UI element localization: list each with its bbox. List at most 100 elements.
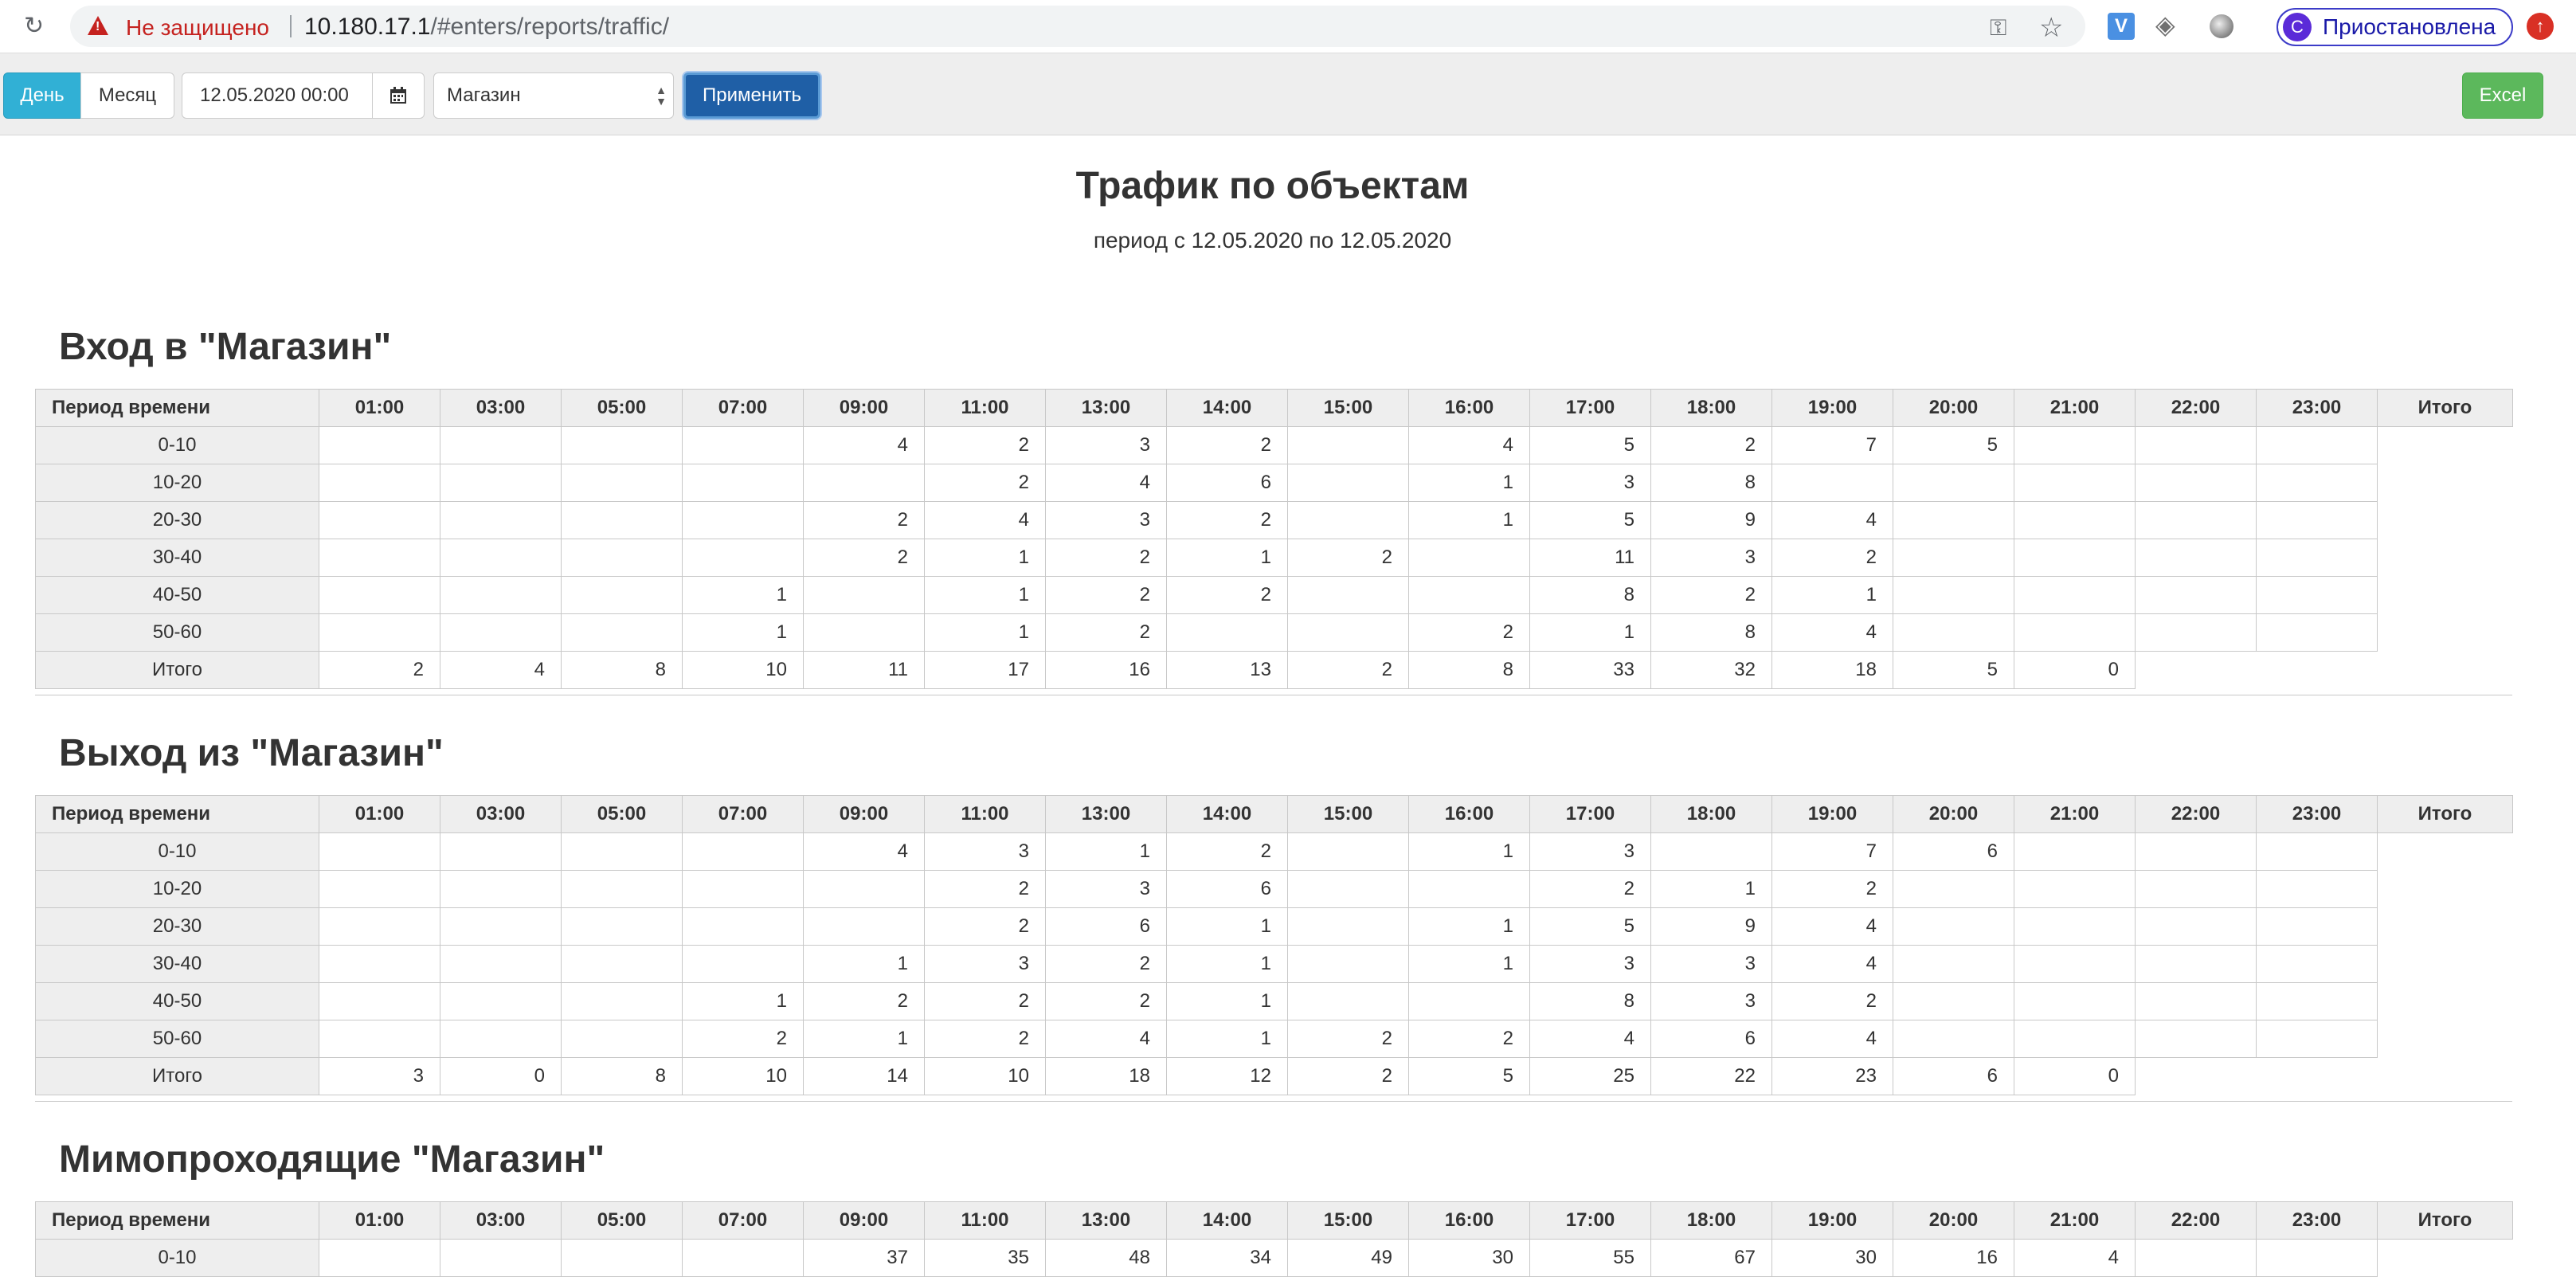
circle-extension-icon[interactable] bbox=[2210, 14, 2233, 38]
table-cell: 8 bbox=[1650, 613, 1772, 652]
total-cell: 6 bbox=[1893, 1057, 2014, 1095]
table-cell bbox=[440, 945, 562, 983]
column-header: 05:00 bbox=[561, 795, 683, 833]
table-total-row: Итого 2 4 8 10 11 17 16 13 2 8 33 32 18 5 0 bbox=[35, 651, 2513, 689]
table-cell bbox=[1287, 426, 1409, 464]
month-button[interactable]: Месяц bbox=[80, 72, 174, 119]
star-icon[interactable]: ☆ bbox=[2039, 12, 2063, 44]
profile-button[interactable]: С Приостановлена bbox=[2277, 8, 2514, 46]
table-cell: 5 bbox=[1893, 426, 2014, 464]
reload-icon[interactable]: ↻ bbox=[24, 14, 49, 39]
apply-button[interactable]: Применить bbox=[683, 72, 820, 119]
traffic-table-exit: Период времени 01:00 03:00 05:00 07:00 09:00 1… bbox=[35, 795, 2513, 1095]
total-cell: 16 bbox=[1045, 651, 1167, 689]
table-row: 30-40 1 3 2 1 1 3 3 4 bbox=[35, 945, 2513, 983]
table-cell bbox=[2135, 501, 2257, 539]
table-cell bbox=[561, 907, 683, 946]
total-cell: 12 bbox=[1166, 1057, 1288, 1095]
table-cell: 4 bbox=[803, 426, 925, 464]
column-header: 23:00 bbox=[2256, 1201, 2378, 1240]
table-cell: 4 bbox=[1045, 464, 1167, 502]
table-cell bbox=[440, 464, 562, 502]
table-cell: 2 bbox=[924, 464, 1046, 502]
table-cell bbox=[319, 613, 440, 652]
table-cell bbox=[1893, 907, 2014, 946]
url-path: /#enters/reports/traffic/ bbox=[430, 14, 670, 40]
table-cell bbox=[1287, 501, 1409, 539]
table-cell bbox=[682, 426, 804, 464]
column-header: 22:00 bbox=[2135, 389, 2257, 427]
table-cell: 2 bbox=[924, 870, 1046, 908]
table-cell bbox=[1287, 576, 1409, 614]
row-label: 10-20 bbox=[35, 870, 319, 908]
table-cell: 1 bbox=[924, 539, 1046, 577]
table-cell: 3 bbox=[1529, 945, 1651, 983]
calendar-icon bbox=[390, 87, 406, 104]
table-cell: 6 bbox=[1166, 870, 1288, 908]
column-header: 16:00 bbox=[1408, 795, 1530, 833]
table-cell: 2 bbox=[803, 501, 925, 539]
table-cell: 1 bbox=[682, 613, 804, 652]
table-cell bbox=[1893, 870, 2014, 908]
table-cell: 2 bbox=[1045, 613, 1167, 652]
table-cell bbox=[319, 832, 440, 871]
table-cell: 2 bbox=[924, 982, 1046, 1020]
date-input[interactable]: 12.05.2020 00:00 bbox=[182, 72, 373, 119]
table-cell bbox=[682, 464, 804, 502]
total-cell: 17 bbox=[924, 651, 1046, 689]
row-label: 20-30 bbox=[35, 907, 319, 946]
column-header: 09:00 bbox=[803, 389, 925, 427]
table-cell: 1 bbox=[1529, 613, 1651, 652]
table-cell bbox=[2256, 501, 2378, 539]
table-cell: 4 bbox=[1771, 945, 1893, 983]
table-cell: 5 bbox=[1529, 907, 1651, 946]
profile-status: Приостановлена bbox=[2323, 14, 2496, 39]
total-cell: 2 bbox=[1287, 651, 1409, 689]
column-header: 21:00 bbox=[2014, 1201, 2136, 1240]
day-button[interactable]: День bbox=[3, 72, 81, 119]
calendar-button[interactable] bbox=[372, 72, 425, 119]
update-icon[interactable]: ↑ bbox=[2527, 13, 2554, 40]
table-header-row: Период времени 01:00 03:00 05:00 07:00 09:00 1… bbox=[35, 1201, 2513, 1240]
column-header: Итого bbox=[2377, 1201, 2513, 1240]
address-bar[interactable]: Не защищено 10.180.17.1/#enters/reports/… bbox=[70, 6, 2085, 47]
store-select[interactable]: Магазин ▲ ▼ bbox=[433, 72, 674, 119]
table-row: 10-20 2 4 6 1 3 8 bbox=[35, 464, 2513, 502]
extension-v-icon[interactable]: V bbox=[2108, 13, 2135, 40]
table-cell bbox=[2256, 539, 2378, 577]
table-cell bbox=[1287, 870, 1409, 908]
table-cell: 1 bbox=[1408, 832, 1530, 871]
column-header: 21:00 bbox=[2014, 795, 2136, 833]
table-cell bbox=[561, 870, 683, 908]
table-cell: 11 bbox=[1529, 539, 1651, 577]
key-icon[interactable]: ⚿ bbox=[1990, 15, 2006, 41]
security-status[interactable]: Не защищено bbox=[126, 15, 269, 41]
section-title-enter: Вход в "Магазин" bbox=[59, 326, 392, 368]
table-cell: 49 bbox=[1287, 1239, 1409, 1277]
table-cell bbox=[1408, 870, 1530, 908]
table-cell bbox=[1287, 464, 1409, 502]
total-cell: 11 bbox=[803, 651, 925, 689]
table-cell: 6 bbox=[1045, 907, 1167, 946]
column-header: 07:00 bbox=[682, 389, 804, 427]
row-label: 40-50 bbox=[35, 576, 319, 614]
table-cell: 2 bbox=[1771, 539, 1893, 577]
column-header: 14:00 bbox=[1166, 389, 1288, 427]
table-cell: 2 bbox=[924, 1020, 1046, 1058]
table-cell bbox=[2256, 464, 2378, 502]
table-cell: 4 bbox=[1408, 426, 1530, 464]
column-header: 01:00 bbox=[319, 1201, 440, 1240]
url[interactable]: 10.180.17.1/#enters/reports/traffic/ bbox=[304, 14, 669, 41]
table-cell bbox=[2135, 945, 2257, 983]
shield-icon[interactable]: ◈ bbox=[2155, 10, 2175, 40]
table-cell bbox=[803, 870, 925, 908]
table-row: 20-30 2 6 1 1 5 9 4 bbox=[35, 907, 2513, 946]
column-header: 14:00 bbox=[1166, 795, 1288, 833]
table-cell bbox=[2014, 1020, 2136, 1058]
table-cell bbox=[2256, 907, 2378, 946]
excel-button[interactable]: Excel bbox=[2462, 72, 2543, 119]
table-row: 10-20 2 3 6 2 1 2 bbox=[35, 870, 2513, 908]
table-cell: 2 bbox=[1045, 945, 1167, 983]
column-header: 18:00 bbox=[1650, 389, 1772, 427]
table-cell bbox=[2014, 945, 2136, 983]
